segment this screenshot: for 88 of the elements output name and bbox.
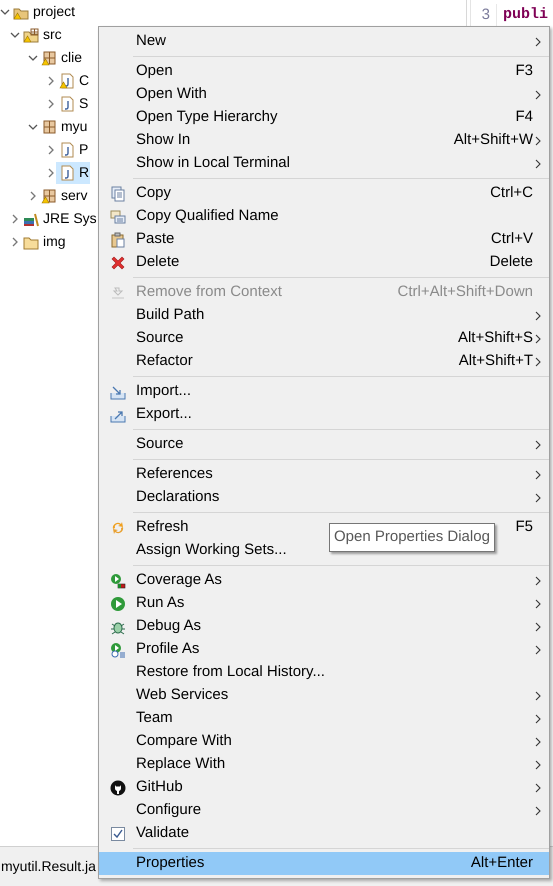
java-icon	[59, 142, 75, 158]
delete-icon	[110, 254, 126, 270]
chevron-right-icon[interactable]	[10, 214, 20, 224]
menu-item[interactable]: Compare With	[136, 730, 232, 753]
shortcut-text: Ctrl+V	[490, 229, 534, 250]
copy-qualified-icon	[110, 208, 126, 224]
tree-item[interactable]: JRE Sys	[20, 208, 98, 230]
menu-item[interactable]: Configure	[136, 799, 202, 822]
chevron-down-icon[interactable]	[10, 30, 20, 40]
tree-item[interactable]: clie	[38, 46, 84, 68]
chevron-down-icon[interactable]	[28, 52, 38, 62]
code-text: publi	[502, 5, 548, 25]
menu-item[interactable]: Import...	[136, 380, 192, 403]
shortcut-text: Delete	[490, 252, 534, 272]
shortcut-text: F4	[515, 107, 534, 128]
menu-item[interactable]: Delete	[136, 251, 180, 274]
menu-item[interactable]: Source	[136, 327, 184, 350]
github-icon	[110, 780, 126, 796]
tooltip: Open Properties Dialog	[329, 523, 495, 552]
tree-item[interactable]: src	[20, 24, 63, 46]
chevron-down-icon[interactable]	[0, 6, 10, 16]
menu-item[interactable]: Run As	[136, 592, 184, 615]
chevron-right-icon[interactable]	[46, 76, 56, 86]
shortcut-text: F3	[515, 61, 534, 82]
menu-item[interactable]: Export...	[136, 403, 192, 426]
tree-item[interactable]: P	[56, 138, 90, 160]
tree-item[interactable]: serv	[38, 184, 88, 206]
chevron-right-icon[interactable]	[46, 168, 56, 178]
chevron-right-icon[interactable]	[46, 144, 56, 154]
menu-item[interactable]: Restore from Local History...	[136, 661, 325, 684]
tree-item[interactable]: C	[56, 70, 90, 92]
tree-item[interactable]: myu	[38, 116, 88, 138]
shortcut-text: Ctrl+C	[490, 183, 534, 204]
tree-item[interactable]: img	[20, 230, 67, 252]
paste-icon	[110, 232, 126, 248]
package-icon	[41, 118, 57, 134]
menu-item[interactable]: Open With	[136, 83, 207, 106]
menu-item[interactable]: Source	[136, 433, 184, 456]
shortcut-text: Alt+Enter	[470, 853, 534, 874]
menu-item[interactable]: Declarations	[136, 486, 220, 509]
tree-item[interactable]: project	[10, 0, 76, 22]
status-bar-text: myutil.Result.ja	[0, 857, 96, 876]
menu-item[interactable]: Debug As	[136, 615, 202, 638]
copy-icon	[110, 186, 126, 202]
menu-item[interactable]: Copy	[136, 182, 172, 205]
menu-item[interactable]: Profile As	[136, 638, 200, 661]
menu-item[interactable]: Refresh	[136, 516, 189, 539]
source-folder-icon	[23, 26, 39, 42]
menu-item[interactable]: Open	[136, 60, 173, 83]
chevron-down-icon[interactable]	[28, 122, 38, 132]
menu-item[interactable]: Assign Working Sets...	[136, 539, 287, 562]
run-icon	[110, 596, 126, 612]
menu-item[interactable]: Open Type Hierarchy	[136, 106, 278, 129]
menu-item[interactable]: Refactor	[136, 350, 193, 373]
java-icon	[59, 72, 75, 88]
menu-item[interactable]: Paste	[136, 228, 174, 251]
menu-item[interactable]: Copy Qualified Name	[136, 205, 279, 228]
menu-item[interactable]: Team	[136, 707, 173, 730]
shortcut-text: Alt+Shift+S	[458, 328, 534, 348]
menu-item[interactable]: Coverage As	[136, 569, 222, 592]
menu-item[interactable]: New	[136, 30, 166, 53]
menu-item[interactable]: Show In	[136, 129, 190, 152]
menu-item[interactable]: References	[136, 463, 213, 486]
menu-item[interactable]: Web Services	[136, 684, 228, 707]
profile-icon	[110, 642, 126, 658]
coverage-icon	[110, 572, 126, 588]
shortcut-text: Alt+Shift+T	[458, 351, 534, 372]
package-icon	[41, 50, 57, 66]
shortcut-text: F5	[515, 517, 534, 538]
package-icon	[41, 188, 57, 204]
menu-item[interactable]: Show in Local Terminal	[136, 152, 290, 175]
tree-item[interactable]: R	[56, 162, 90, 184]
menu-item[interactable]: Replace With	[136, 753, 226, 776]
java-icon	[59, 164, 75, 180]
shortcut-text: Alt+Shift+W	[454, 130, 534, 150]
menu-item[interactable]: GitHub	[136, 776, 183, 799]
menu-item[interactable]: Build Path	[136, 304, 204, 327]
shortcut-text: Ctrl+Alt+Shift+Down	[398, 282, 534, 302]
menu-item[interactable]: Properties	[136, 852, 204, 875]
chevron-right-icon[interactable]	[28, 190, 38, 200]
chevron-right-icon[interactable]	[46, 98, 56, 108]
java-icon	[59, 96, 75, 112]
chevron-right-icon[interactable]	[10, 236, 20, 246]
import-icon	[110, 384, 126, 400]
remove-icon	[110, 284, 126, 300]
menu-item[interactable]: Validate	[136, 822, 190, 845]
tree-item[interactable]: S	[56, 92, 90, 114]
validate-icon	[110, 826, 126, 842]
